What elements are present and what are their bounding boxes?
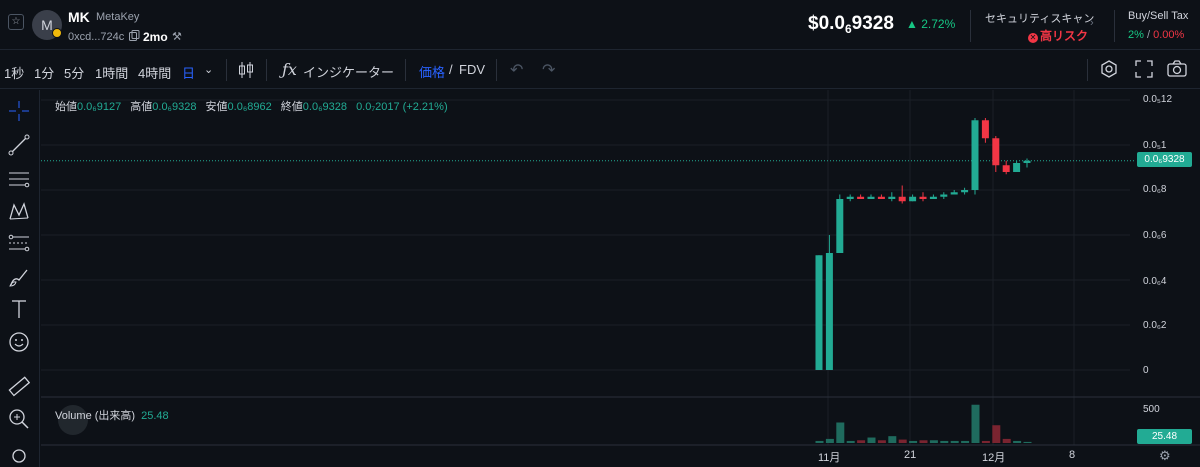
- volume-label: Volume (出来高) 25.48: [55, 410, 169, 422]
- volume-bar: [1002, 438, 1011, 443]
- candle-body: [909, 196, 917, 202]
- volume-tag: 25.48: [1137, 429, 1192, 444]
- y-tick-label: 0.0₆4: [1143, 276, 1167, 287]
- volume-bar: [909, 440, 918, 443]
- candle-body: [857, 196, 865, 199]
- candle-body: [888, 196, 896, 199]
- ohlc-legend: 始値0.0₆9127 高値0.0₆9328 安値0.0₆8962 終値0.0₆9…: [55, 101, 448, 113]
- gear-icon[interactable]: ⚙: [1159, 448, 1171, 464]
- volume-bar: [1013, 440, 1022, 443]
- volume-bar: [846, 440, 855, 443]
- candle-body: [846, 196, 854, 199]
- volume-bar: [929, 440, 938, 443]
- y-tick-label: 0.0₆6: [1143, 230, 1167, 241]
- x-tick-label: 21: [904, 449, 917, 461]
- volume-bar: [898, 439, 907, 443]
- candle-body: [981, 120, 989, 139]
- y-tick-label: 0.0₅12: [1143, 94, 1173, 105]
- candle-body: [898, 196, 906, 202]
- candle-body: [867, 196, 875, 199]
- candle-body: [940, 194, 948, 197]
- ohlc-low: 0.0₆8962: [227, 101, 272, 113]
- x-tick-label: 12月: [982, 452, 1006, 464]
- volume-bar: [971, 404, 980, 443]
- volume-bar: [1023, 441, 1032, 443]
- x-tick-label: 11月: [818, 452, 841, 464]
- ohlc-change: 0.0₇2017 (+2.21%): [356, 101, 448, 113]
- candle-body: [825, 253, 833, 370]
- volume-bar: [857, 440, 866, 443]
- candle-body: [971, 120, 979, 190]
- volume-bar: [992, 425, 1001, 443]
- ohlc-close: 0.0₆9328: [302, 101, 347, 113]
- price-chart[interactable]: [0, 0, 1200, 467]
- volume-bar: [815, 440, 824, 443]
- volume-bar: [950, 440, 959, 443]
- candle-body: [992, 138, 1000, 166]
- candle-body: [961, 190, 969, 193]
- volume-bar: [867, 437, 876, 443]
- volume-bar: [877, 440, 886, 443]
- candle-body: [1023, 160, 1031, 163]
- candle-body: [1002, 165, 1010, 172]
- volume-bar: [836, 422, 845, 443]
- volume-bar: [919, 440, 928, 443]
- candle-body: [950, 192, 958, 195]
- volume-tick-label: 500: [1143, 404, 1160, 415]
- candle-body: [919, 196, 927, 199]
- candle-body: [877, 196, 885, 199]
- volume-bar: [961, 440, 970, 443]
- candle-body: [836, 199, 844, 253]
- volume-bar: [940, 440, 949, 443]
- y-tick-label: 0: [1143, 365, 1149, 376]
- volume-bar: [825, 438, 834, 443]
- candle-body: [1013, 163, 1021, 172]
- x-tick-label: 8: [1069, 449, 1076, 461]
- volume-bar: [888, 436, 897, 443]
- ohlc-high: 0.0₆9328: [152, 101, 197, 113]
- y-tick-label: 0.0₅1: [1143, 140, 1167, 151]
- y-tick-label: 0.0₆8: [1143, 184, 1167, 195]
- candle-body: [929, 196, 937, 199]
- y-tick-label: 0.0₆2: [1143, 320, 1167, 331]
- volume-bar: [981, 440, 990, 443]
- current-price-tag: 0.0₆9328: [1137, 152, 1192, 167]
- ohlc-open: 0.0₆9127: [77, 101, 122, 113]
- candle-body: [815, 255, 823, 370]
